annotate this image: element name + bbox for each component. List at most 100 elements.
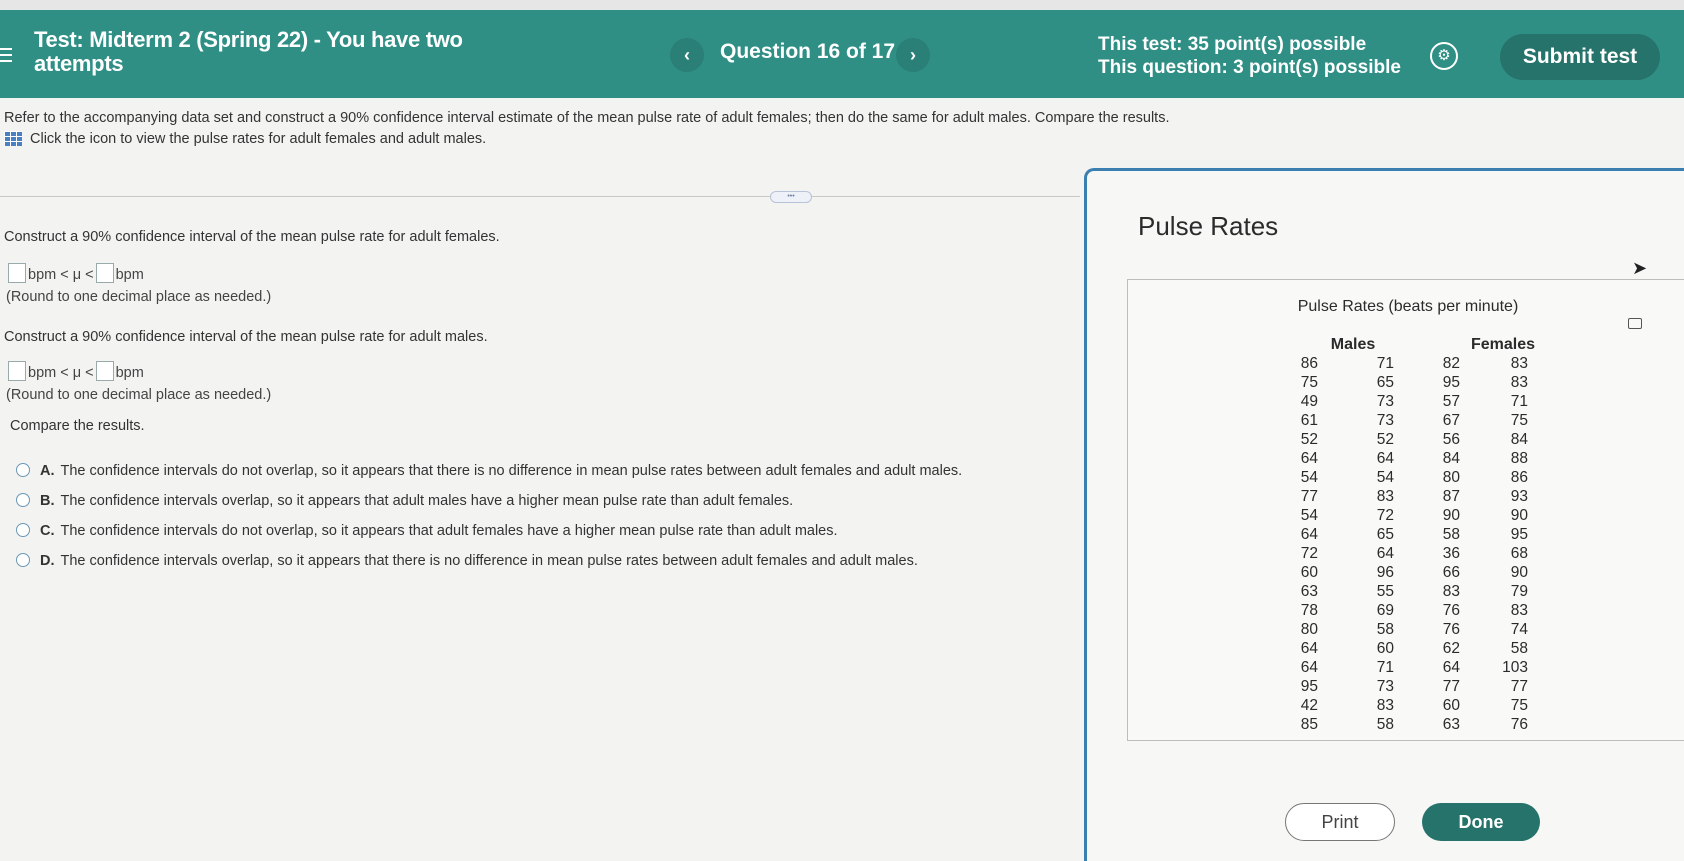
option-a-letter: A. [40, 463, 55, 479]
dataset-link[interactable]: Click the icon to view the pulse rates f… [4, 131, 486, 147]
option-a-radio[interactable] [16, 463, 30, 477]
done-button[interactable]: Done [1422, 803, 1540, 841]
table-cell: 64 [1300, 526, 1318, 543]
table-cell: 77 [1442, 678, 1460, 695]
option-c-letter: C. [40, 523, 55, 539]
part1-label: Construct a 90% confidence interval of t… [4, 229, 500, 245]
table-cell: 76 [1510, 716, 1528, 733]
option-c-radio[interactable] [16, 523, 30, 537]
browser-top-strip [0, 0, 1684, 10]
points-info: This test: 35 point(s) possible This que… [1098, 33, 1401, 79]
round-note-1: (Round to one decimal place as needed.) [6, 289, 272, 305]
next-question-button[interactable]: › [896, 38, 930, 72]
table-cell: 64 [1376, 450, 1394, 467]
option-b-radio[interactable] [16, 493, 30, 507]
menu-icon[interactable] [0, 48, 12, 64]
males-column-2: 71 65 73 73 52 64 54 83 72 65 64 96 55 69 58 60 71 73 83 58 [1354, 354, 1394, 734]
table-cell: 83 [1376, 697, 1394, 714]
table-cell: 69 [1376, 602, 1394, 619]
pulse-rates-panel: Pulse Rates ➤ Pulse Rates (beats per min… [1084, 168, 1684, 861]
table-caption: Pulse Rates (beats per minute) [1297, 298, 1519, 315]
table-cell: 36 [1442, 545, 1460, 562]
test-header: Test: Midterm 2 (Spring 22) - You have t… [0, 10, 1684, 98]
female-ci-row: bpm < μ < bpm [6, 263, 144, 283]
table-cell: 77 [1510, 678, 1528, 695]
table-cell: 95 [1442, 374, 1460, 391]
data-table-icon[interactable] [4, 131, 22, 146]
table-cell: 71 [1376, 659, 1394, 676]
male-upper-input[interactable] [95, 361, 114, 381]
table-cell: 83 [1510, 602, 1528, 619]
table-cell: 85 [1300, 716, 1318, 733]
table-cell: 64 [1300, 450, 1318, 467]
table-cell: 82 [1442, 355, 1460, 372]
table-cell: 55 [1376, 583, 1394, 600]
part2-label: Construct a 90% confidence interval of t… [4, 329, 488, 345]
table-cell: 58 [1376, 621, 1394, 638]
table-cell: 83 [1510, 355, 1528, 372]
table-cell: 60 [1376, 640, 1394, 657]
table-cell: 76 [1442, 602, 1460, 619]
table-cell: 63 [1442, 716, 1460, 733]
mouse-cursor-icon: ➤ [1632, 258, 1648, 278]
option-c[interactable]: C. The confidence intervals do not overla… [16, 523, 838, 539]
print-button[interactable]: Print [1285, 803, 1395, 841]
ci-unit-text: bpm [115, 365, 144, 381]
option-b[interactable]: B. The confidence intervals overlap, so i… [16, 493, 793, 509]
option-d-radio[interactable] [16, 553, 30, 567]
question-counter: Question 16 of 17 [720, 40, 896, 63]
table-cell: 52 [1300, 431, 1318, 448]
table-cell: 77 [1300, 488, 1318, 505]
option-b-letter: B. [40, 493, 55, 509]
table-cell: 76 [1442, 621, 1460, 638]
table-cell: 75 [1510, 697, 1528, 714]
table-cell: 56 [1442, 431, 1460, 448]
table-cell: 58 [1510, 640, 1528, 657]
option-d-letter: D. [40, 553, 55, 569]
question-points: This question: 3 point(s) possible [1098, 57, 1401, 78]
split-divider [0, 196, 1080, 197]
male-ci-row: bpm < μ < bpm [6, 361, 144, 381]
table-cell: 83 [1510, 374, 1528, 391]
table-cell: 80 [1300, 621, 1318, 638]
previous-question-button[interactable]: ‹ [670, 38, 704, 72]
round-note-2: (Round to one decimal place as needed.) [6, 387, 272, 403]
table-cell: 42 [1300, 697, 1318, 714]
test-title: Test: Midterm 2 (Spring 22) - You have t… [34, 27, 463, 76]
table-cell: 90 [1510, 564, 1528, 581]
divider-handle[interactable]: ••• [770, 191, 812, 203]
settings-gear-icon[interactable]: ⚙ [1430, 42, 1458, 70]
table-cell: 54 [1300, 469, 1318, 486]
table-cell: 80 [1442, 469, 1460, 486]
male-lower-input[interactable] [8, 361, 26, 381]
table-cell: 95 [1300, 678, 1318, 695]
table-cell: 60 [1442, 697, 1460, 714]
table-cell: 90 [1510, 507, 1528, 524]
table-cell: 52 [1376, 431, 1394, 448]
table-cell: 58 [1376, 716, 1394, 733]
table-cell: 57 [1442, 393, 1460, 410]
submit-test-button[interactable]: Submit test [1500, 34, 1660, 80]
table-cell: 65 [1376, 374, 1394, 391]
table-cell: 54 [1376, 469, 1394, 486]
option-d[interactable]: D. The confidence intervals overlap, so i… [16, 553, 918, 569]
table-cell: 63 [1300, 583, 1318, 600]
test-points: This test: 35 point(s) possible [1098, 34, 1367, 55]
female-upper-input[interactable] [95, 263, 114, 283]
female-lower-input[interactable] [8, 263, 26, 283]
table-cell: 103 [1502, 659, 1528, 676]
expand-icon[interactable] [1628, 318, 1642, 329]
ci-middle-text: bpm < μ < [28, 267, 94, 283]
table-cell: 73 [1376, 393, 1394, 410]
option-a[interactable]: A. The confidence intervals do not overla… [16, 463, 962, 479]
table-cell: 95 [1510, 526, 1528, 543]
table-cell: 66 [1442, 564, 1460, 581]
pulse-table: Pulse Rates (beats per minute) Males Fem… [1127, 279, 1684, 741]
table-cell: 87 [1442, 488, 1460, 505]
table-cell: 88 [1510, 450, 1528, 467]
table-cell: 65 [1376, 526, 1394, 543]
table-cell: 64 [1300, 659, 1318, 676]
males-header: Males [1330, 336, 1376, 353]
table-cell: 71 [1510, 393, 1528, 410]
table-cell: 90 [1442, 507, 1460, 524]
